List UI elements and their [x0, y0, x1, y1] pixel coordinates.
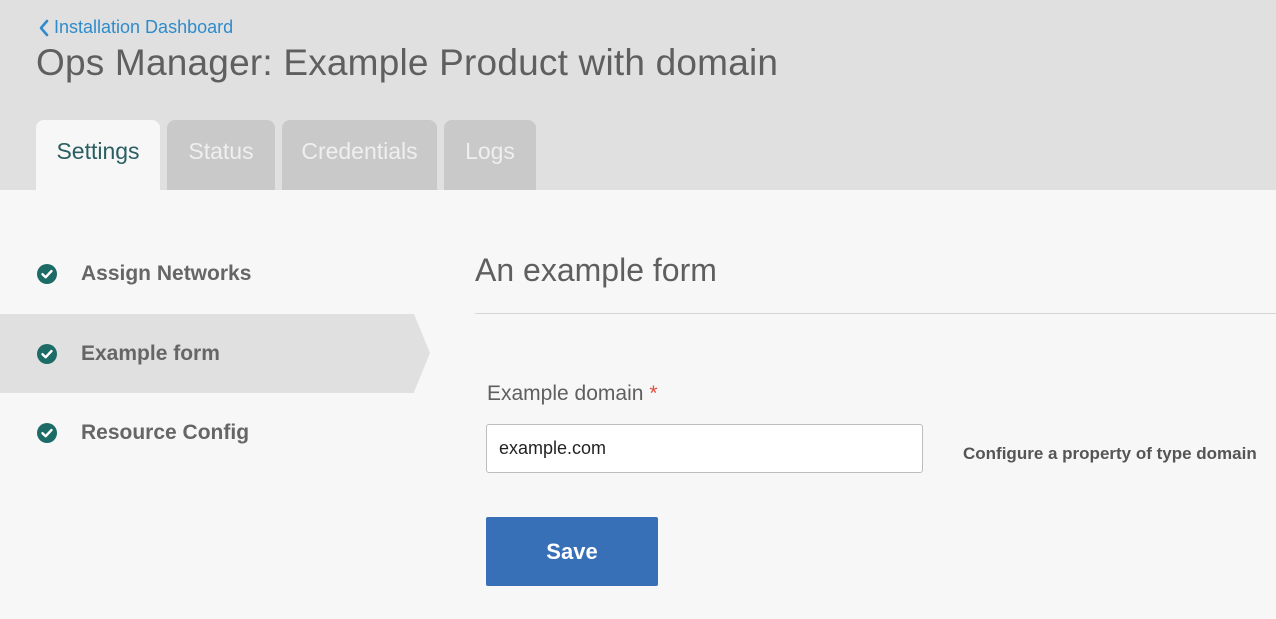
tab-credentials[interactable]: Credentials	[282, 120, 437, 190]
chevron-left-icon	[39, 19, 49, 36]
required-marker: *	[649, 382, 658, 405]
domain-input[interactable]	[486, 424, 923, 473]
sidebar-item-assign-networks[interactable]: Assign Networks	[0, 234, 414, 313]
tab-status[interactable]: Status	[167, 120, 275, 190]
back-to-dashboard-link[interactable]: Installation Dashboard	[38, 17, 233, 38]
sidebar-item-label: Example form	[81, 341, 220, 365]
save-button[interactable]: Save	[486, 517, 658, 586]
page-title: Ops Manager: Example Product with domain	[36, 42, 779, 83]
sidebar-item-example-form[interactable]: Example form	[0, 314, 430, 393]
check-circle-icon	[37, 343, 57, 364]
back-link-label[interactable]: Installation Dashboard	[54, 17, 233, 38]
active-item-arrow	[414, 314, 430, 392]
field-help-text: Configure a property of type domain	[963, 444, 1257, 463]
sidebar-item-label: Resource Config	[81, 420, 250, 444]
page-header: Installation Dashboard Ops Manager: Exam…	[0, 0, 1276, 190]
tab-logs[interactable]: Logs	[444, 120, 536, 190]
domain-label-text: Example domain	[487, 382, 644, 405]
domain-field-label: Example domain *	[487, 382, 658, 406]
check-circle-icon	[37, 263, 57, 284]
check-circle-icon	[37, 422, 57, 443]
form-divider	[475, 313, 1276, 314]
sidebar-item-resource-config[interactable]: Resource Config	[0, 393, 414, 472]
tab-settings[interactable]: Settings	[36, 120, 160, 190]
form-title: An example form	[475, 252, 717, 288]
sidebar-item-label: Assign Networks	[81, 261, 252, 285]
